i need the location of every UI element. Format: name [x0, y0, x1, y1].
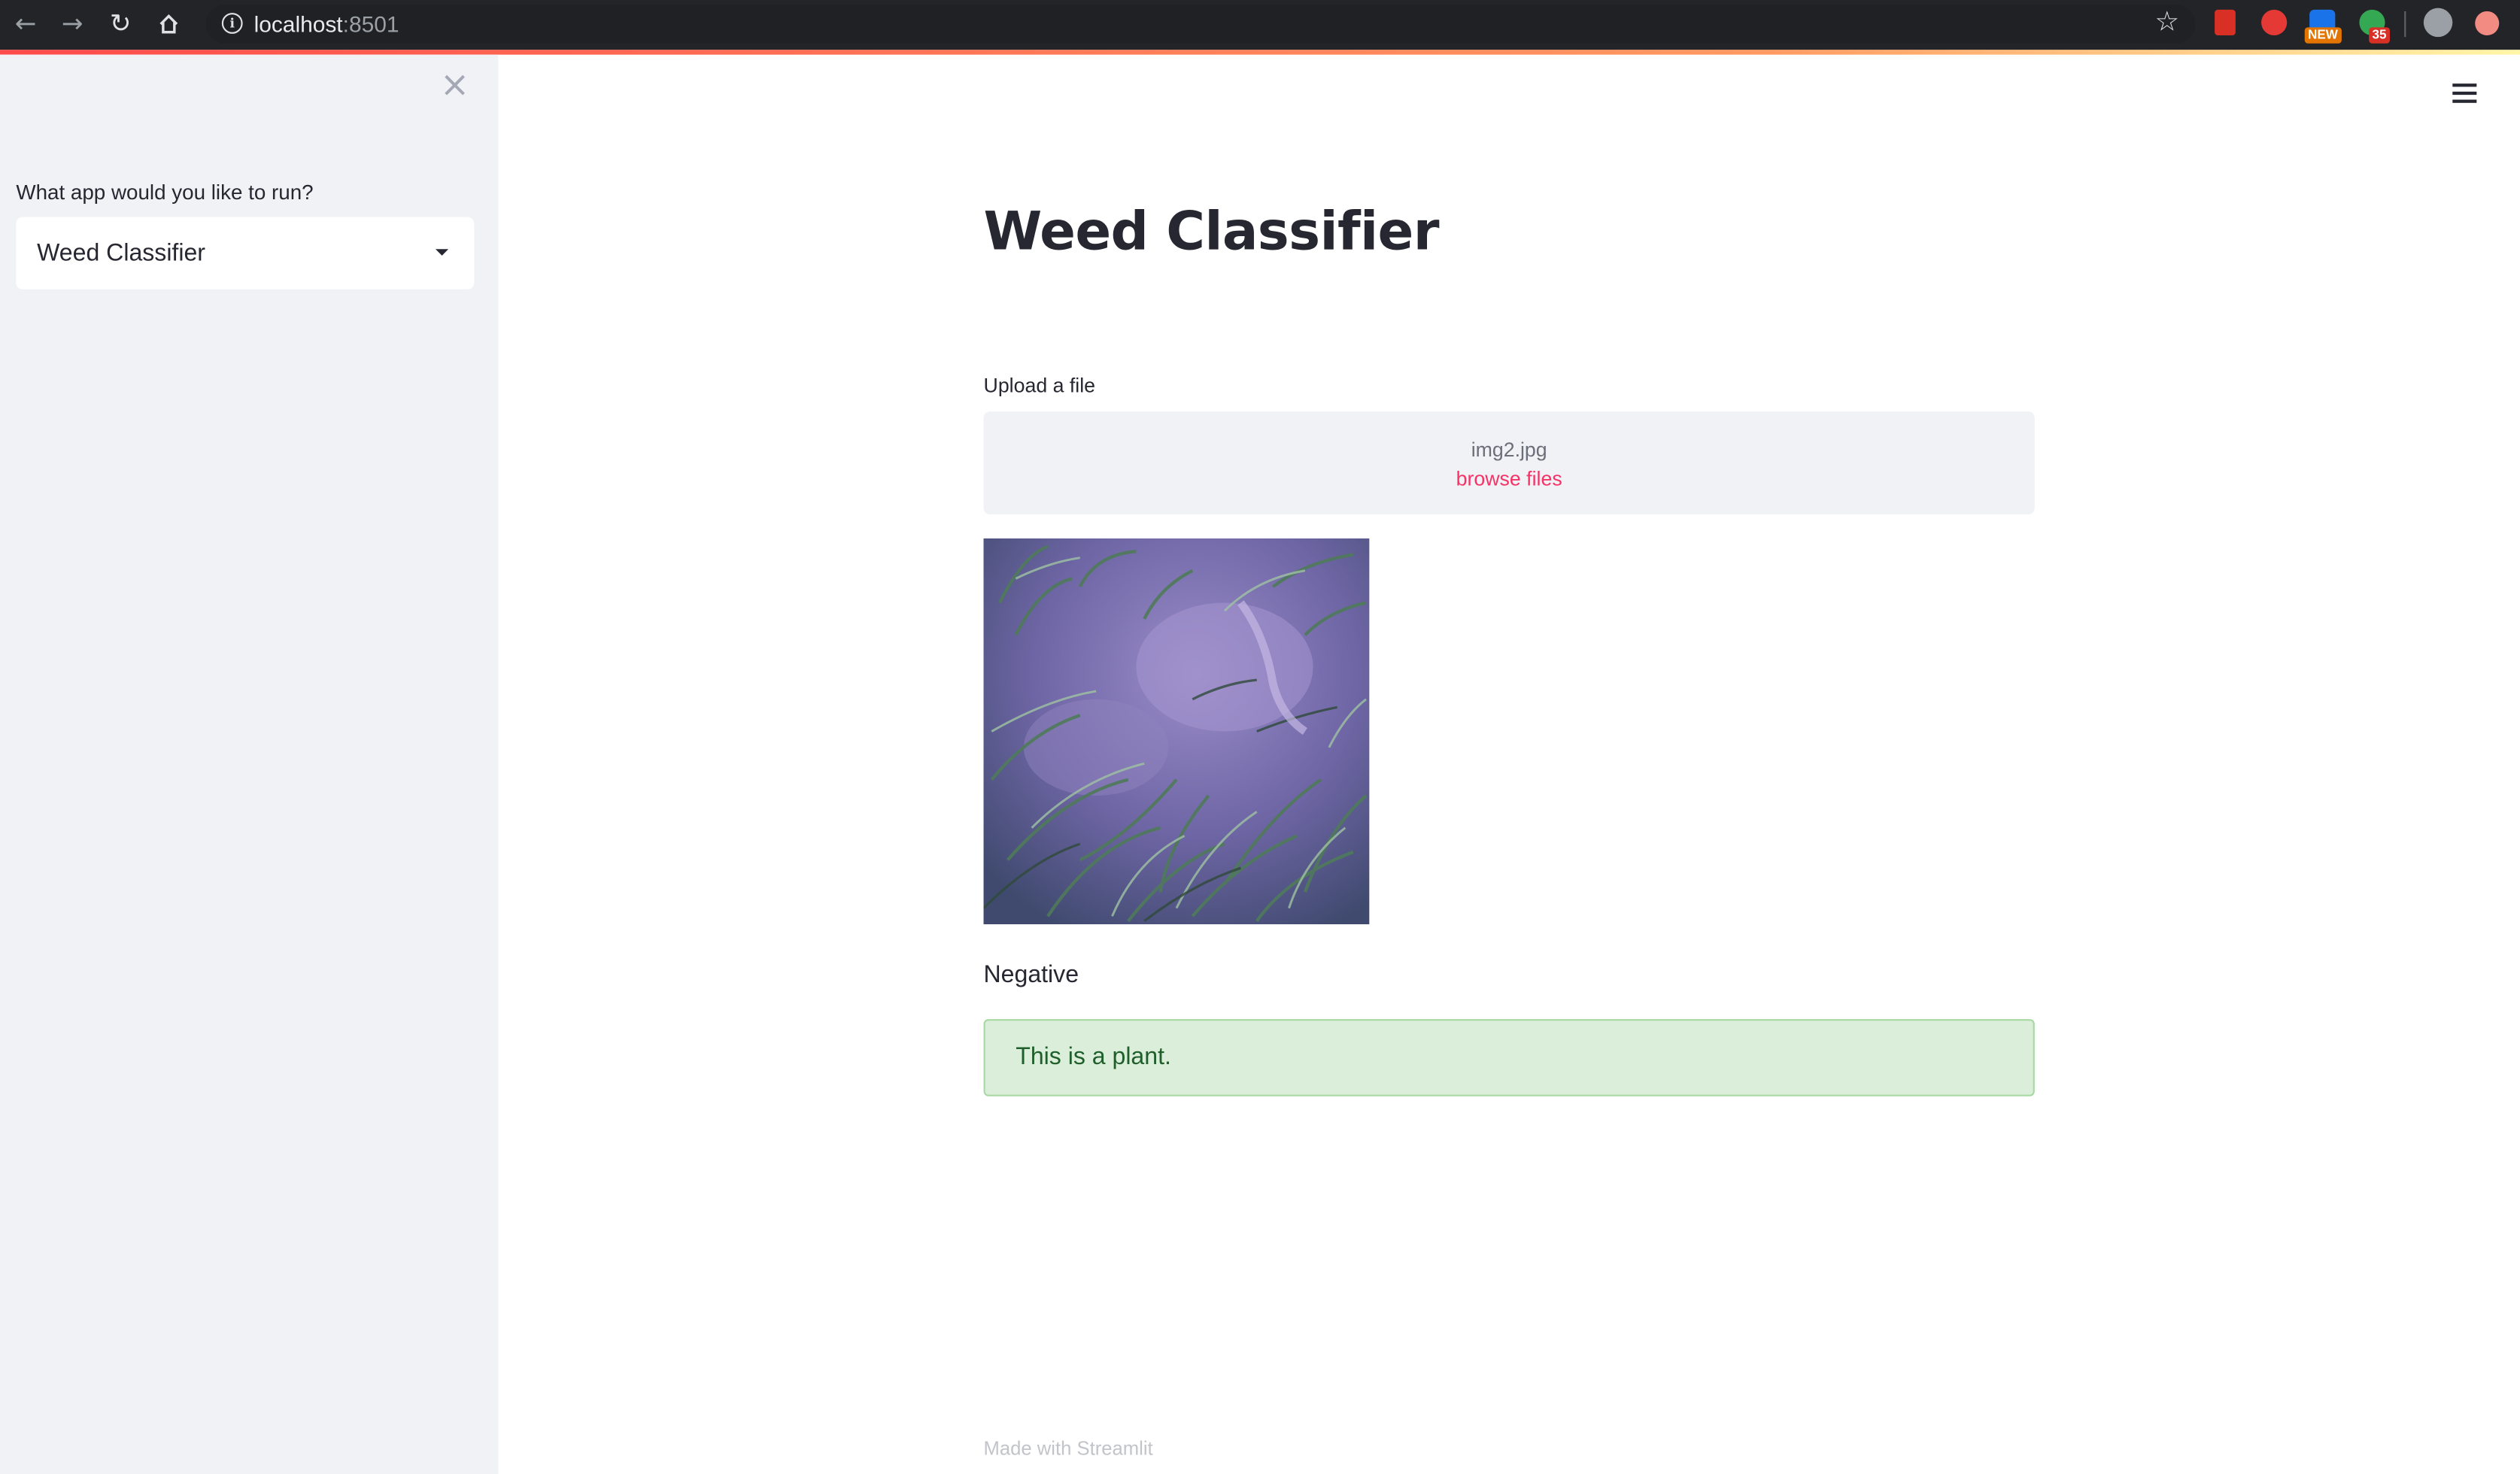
app-select-value: Weed Classifier	[37, 239, 205, 267]
profile-avatar-icon[interactable]	[2423, 8, 2453, 38]
url-port: :8501	[342, 11, 399, 38]
prediction-label: Negative	[983, 961, 1079, 989]
browser-toolbar: ← → ↻ i localhost:8501 ☆ NEW 35	[0, 0, 2520, 50]
address-bar[interactable]: i localhost:8501 ☆	[205, 5, 2196, 44]
url-text: localhost:8501	[254, 11, 399, 37]
success-alert: This is a plant.	[983, 1019, 2035, 1096]
reload-icon[interactable]: ↻	[105, 8, 137, 41]
file-uploader-label: Upload a file	[983, 375, 1096, 397]
info-icon[interactable]: i	[221, 13, 243, 34]
url-host: localhost	[254, 11, 343, 38]
extension-badge-count: 35	[2369, 27, 2390, 44]
update-extension-icon[interactable]	[2475, 11, 2500, 36]
home-icon[interactable]	[153, 8, 185, 41]
close-icon[interactable]: ×	[439, 68, 471, 104]
chevron-down-icon	[435, 249, 449, 256]
browse-files-link[interactable]: browse files	[984, 468, 2035, 490]
bookmark-extension-icon[interactable]	[2215, 9, 2236, 36]
app-select-label: What app would you like to run?	[16, 180, 314, 205]
file-dropzone[interactable]: img2.jpg browse files	[983, 411, 2035, 514]
app-selectbox[interactable]: Weed Classifier	[16, 217, 475, 290]
toolbar-divider	[2404, 11, 2406, 38]
arrow-right-icon[interactable]: →	[56, 8, 89, 41]
success-message: This is a plant.	[1016, 1043, 1171, 1071]
footer-made-with-streamlit[interactable]: Made with Streamlit	[984, 1437, 1153, 1460]
extension-badge-new: NEW	[2304, 27, 2342, 44]
uploaded-image	[983, 538, 1370, 925]
sidebar: × What app would you like to run? Weed C…	[0, 54, 499, 1474]
uploaded-filename: img2.jpg	[1471, 438, 1547, 462]
arrow-left-icon[interactable]: ←	[10, 8, 42, 41]
page-title: Weed Classifier	[983, 199, 1440, 262]
hamburger-menu-icon[interactable]	[2452, 83, 2477, 105]
adblock-extension-icon[interactable]	[2261, 9, 2288, 36]
bookmark-star-icon[interactable]: ☆	[2155, 7, 2180, 39]
page: ← → ↻ i localhost:8501 ☆ NEW 35 × What a…	[0, 0, 2520, 1474]
